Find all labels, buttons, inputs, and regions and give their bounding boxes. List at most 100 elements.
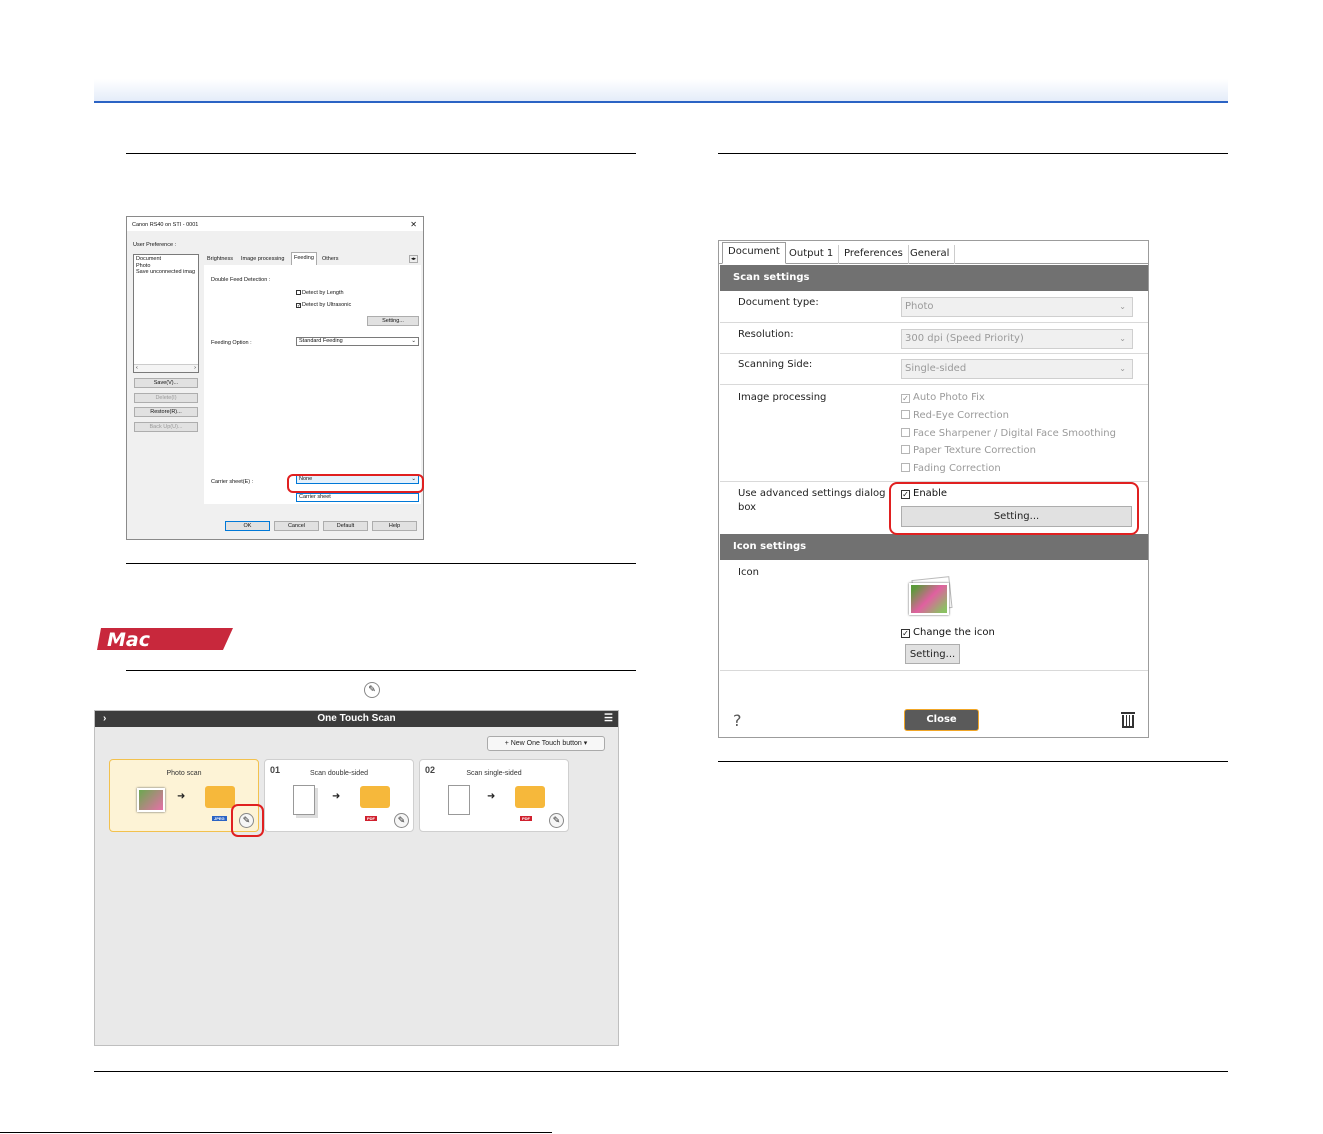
document-icon (448, 785, 470, 815)
detect-ultrasonic-checkbox[interactable]: ✓Detect by Ultrasonic (296, 302, 352, 309)
paper-texture-checkbox[interactable]: Paper Texture Correction (901, 445, 1036, 456)
checkbox-label: Change the icon (913, 627, 995, 638)
button-label: New One Touch button (510, 740, 582, 747)
image-processing-label: Image processing (738, 392, 827, 403)
arrow-icon: ➜ (332, 791, 341, 802)
one-touch-scan-window: › One Touch Scan ☰ + New One Touch butto… (94, 710, 619, 1046)
preference-list[interactable]: Document Photo Save unconnected imag ‹ › (133, 254, 199, 373)
icon-settings-header: Icon settings (720, 534, 1148, 560)
divider (0, 1132, 552, 1133)
change-icon-checkbox[interactable]: ✓ Change the icon (901, 627, 995, 638)
divider (126, 670, 636, 671)
trash-icon[interactable] (1121, 712, 1135, 728)
document-type-row: Document type: Photo ⌄ (720, 291, 1148, 323)
format-badge: PDF (520, 816, 532, 821)
icon-setting-button[interactable]: Setting... (905, 644, 960, 664)
checkbox-label: Red-Eye Correction (913, 410, 1009, 421)
edit-pencil-icon[interactable]: ✎ (549, 813, 564, 828)
card-name: Photo scan (166, 770, 202, 777)
plus-icon: + (504, 740, 509, 747)
checkbox-label: Auto Photo Fix (913, 392, 985, 403)
highlight-box (287, 474, 424, 493)
chevron-right-icon[interactable]: › (103, 711, 106, 727)
close-icon[interactable]: ✕ (410, 220, 417, 229)
chevron-down-icon: ▾ (583, 740, 588, 747)
resolution-row: Resolution: 300 dpi (Speed Priority) ⌄ (720, 323, 1148, 354)
auto-photo-fix-checkbox[interactable]: ✓ Auto Photo Fix (901, 392, 985, 403)
scan-card-double-sided[interactable]: 01 Scan double-sided ➜ PDF ✎ (264, 759, 414, 832)
feeding-option-select[interactable]: Standard Feeding ⌄ (296, 337, 419, 346)
page-header-bar (94, 79, 1228, 103)
scanning-side-select[interactable]: Single-sided ⌄ (901, 359, 1133, 379)
tab-image-processing[interactable]: Image processing (239, 254, 286, 265)
list-item[interactable]: Save unconnected imag (136, 269, 196, 276)
document-type-select[interactable]: Photo ⌄ (901, 297, 1133, 317)
tab-brightness[interactable]: Brightness (205, 254, 235, 265)
save-button[interactable]: Save(V)... (134, 378, 198, 388)
restore-button[interactable]: Restore(R)... (134, 407, 198, 417)
checkbox-label: Fading Correction (913, 463, 1001, 474)
folder-icon (360, 786, 390, 808)
resolution-select[interactable]: 300 dpi (Speed Priority) ⌄ (901, 329, 1133, 349)
checkbox-label: Face Sharpener / Digital Face Smoothing (913, 428, 1116, 439)
edit-pencil-icon[interactable]: ✎ (394, 813, 409, 828)
window-title: One Touch Scan (317, 713, 396, 724)
tab-preferences[interactable]: Preferences (839, 245, 909, 264)
red-eye-checkbox[interactable]: Red-Eye Correction (901, 410, 1009, 421)
scanning-side-label: Scanning Side: (738, 359, 813, 370)
fading-correction-checkbox[interactable]: Fading Correction (901, 463, 1001, 474)
tab-bar: Document Output 1 Preferences General (719, 241, 1148, 264)
dialog-title: Canon RS40 on STI - 0001 (132, 222, 199, 228)
close-button[interactable]: Close (904, 709, 979, 731)
tab-document[interactable]: Document (722, 242, 786, 264)
select-value: Standard Feeding (299, 338, 343, 344)
icon-label: Icon (738, 567, 759, 578)
carrier-sheet-input[interactable]: Carrier sheet (296, 493, 419, 502)
feeding-option-label: Feeding Option : (211, 340, 252, 346)
detect-length-checkbox[interactable]: Detect by Length (296, 290, 344, 296)
divider (94, 1071, 1228, 1072)
feeding-panel: Double Feed Detection : Detect by Length… (204, 265, 421, 504)
tab-general[interactable]: General (905, 245, 956, 264)
pencil-icon: ✎ (364, 682, 380, 698)
tab-output-1[interactable]: Output 1 (784, 245, 840, 264)
select-value: Single-sided (905, 363, 967, 374)
default-button[interactable]: Default (323, 521, 368, 531)
cancel-button[interactable]: Cancel (274, 521, 319, 531)
card-name: Scan single-sided (466, 770, 522, 777)
divider (126, 563, 636, 564)
icon-row: Icon ✓ Change the icon Setting... (720, 560, 1148, 671)
divider (126, 153, 636, 154)
document-icon (293, 785, 315, 815)
select-value: Photo (905, 301, 934, 312)
highlight-box (231, 804, 264, 837)
tab-feeding[interactable]: Feeding (291, 252, 317, 265)
checkbox-label: Detect by Length (302, 290, 344, 296)
arrow-icon: ➜ (487, 791, 496, 802)
chevron-down-icon: ⌄ (1119, 364, 1126, 373)
tab-scroll-icon[interactable]: ◂▸ (409, 255, 419, 263)
help-button[interactable]: Help (372, 521, 417, 531)
tab-others[interactable]: Others (320, 254, 341, 265)
document-type-label: Document type: (738, 297, 819, 308)
scan-card-single-sided[interactable]: 02 Scan single-sided ➜ PDF ✎ (419, 759, 569, 832)
horizontal-scrollbar[interactable]: ‹ › (134, 364, 198, 372)
divider (718, 761, 1228, 762)
double-feed-label: Double Feed Detection : (211, 277, 271, 283)
new-one-touch-button[interactable]: + New One Touch button ▾ (487, 736, 605, 751)
chevron-down-icon: ⌄ (1119, 302, 1126, 311)
divider (718, 153, 1228, 154)
advanced-settings-label: Use advanced settings dialog (738, 488, 886, 499)
select-value: 300 dpi (Speed Priority) (905, 333, 1024, 344)
face-sharpener-checkbox[interactable]: Face Sharpener / Digital Face Smoothing (901, 428, 1116, 439)
format-badge: JPEG (212, 816, 227, 821)
delete-button[interactable]: Delete(I) (134, 393, 198, 403)
ok-button[interactable]: OK (225, 521, 270, 531)
double-feed-setting-button[interactable]: Setting... (367, 316, 419, 326)
backup-button[interactable]: Back Up(U)... (134, 422, 198, 432)
menu-icon[interactable]: ☰ (604, 711, 613, 727)
format-badge: PDF (365, 816, 377, 821)
photo-scan-icon (907, 576, 955, 616)
help-icon[interactable]: ? (733, 711, 742, 730)
checkbox-label: Detect by Ultrasonic (302, 302, 352, 308)
